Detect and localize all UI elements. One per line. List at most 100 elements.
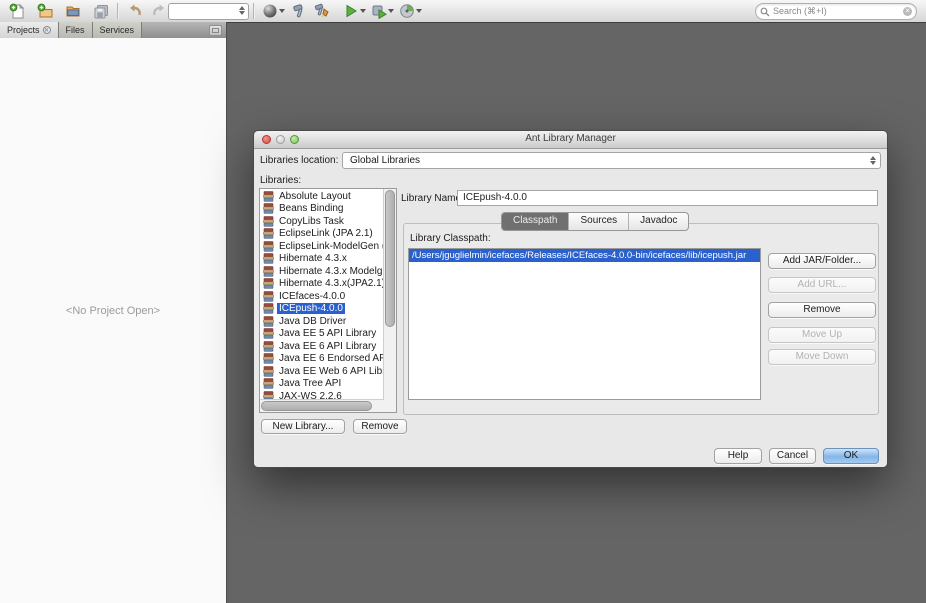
tab-sources[interactable]: Sources — [569, 213, 629, 230]
horizontal-scrollbar[interactable] — [260, 399, 384, 412]
new-project-icon[interactable] — [36, 2, 54, 20]
library-item-label: Beans Binding — [277, 203, 346, 214]
toolbar-separator — [253, 3, 254, 19]
dialog-title: Ant Library Manager — [254, 133, 887, 144]
library-list-item[interactable]: ICEfaces-4.0.0 — [260, 290, 384, 303]
library-books-icon — [263, 303, 274, 314]
tab-label: Projects — [7, 25, 40, 35]
redo-icon[interactable] — [150, 2, 168, 20]
library-classpath-label: Library Classpath: — [410, 233, 491, 244]
deploy-caret-icon[interactable] — [279, 9, 285, 13]
ant-library-manager-dialog: Ant Library Manager Libraries location: … — [253, 130, 888, 468]
configuration-combo[interactable] — [168, 3, 249, 20]
library-books-icon — [263, 266, 274, 277]
save-all-icon[interactable] — [92, 2, 110, 20]
classpath-groupbox: Library Classpath: /Users/jguglielmin/ic… — [403, 223, 879, 415]
run-icon[interactable] — [342, 2, 360, 20]
library-list-item[interactable]: CopyLibs Task — [260, 215, 384, 228]
search-input[interactable]: Search (⌘+I) ✕ — [755, 3, 917, 20]
library-list-item[interactable]: Beans Binding — [260, 203, 384, 216]
library-item-label: CopyLibs Task — [277, 216, 346, 227]
library-list-item[interactable]: Java DB Driver — [260, 315, 384, 328]
library-item-label: Java EE 6 API Library — [277, 341, 378, 352]
remove-button[interactable]: Remove — [768, 302, 876, 318]
classpath-entry[interactable]: /Users/jguglielmin/icefaces/Releases/ICE… — [409, 249, 760, 262]
profile-icon[interactable] — [398, 2, 416, 20]
run-caret-icon[interactable] — [360, 9, 366, 13]
library-books-icon — [263, 203, 274, 214]
library-list-item[interactable]: EclipseLink-ModelGen (J — [260, 240, 384, 253]
library-item-label: Java EE 5 API Library — [277, 328, 378, 339]
build-icon[interactable] — [290, 2, 308, 20]
library-books-icon — [263, 328, 274, 339]
collapse-panel-button[interactable] — [209, 25, 222, 36]
library-item-label: Hibernate 4.3.x — [277, 253, 349, 264]
cancel-button[interactable]: Cancel — [769, 448, 816, 464]
library-list-item[interactable]: Java EE Web 6 API Libra — [260, 365, 384, 378]
dialog-titlebar[interactable]: Ant Library Manager — [254, 131, 887, 149]
ide-screen: Search (⌘+I) ✕ Projects✕FilesServices <N… — [0, 0, 926, 603]
library-list-item[interactable]: Hibernate 4.3.x — [260, 253, 384, 266]
move-up-button: Move Up — [768, 327, 876, 343]
explorer-panel: Projects✕ Files Services <No Project Open> — [0, 22, 227, 603]
combo-stepper-icon — [870, 156, 876, 165]
library-list-item[interactable]: Java EE 6 API Library — [260, 340, 384, 353]
library-list-item[interactable]: Java EE 6 Endorsed API — [260, 353, 384, 366]
libraries-location-select[interactable]: Global Libraries — [342, 152, 881, 169]
library-books-icon — [263, 216, 274, 227]
library-books-icon — [263, 341, 274, 352]
profile-caret-icon[interactable] — [416, 9, 422, 13]
explorer-tab-services[interactable]: Services — [93, 22, 143, 38]
library-books-icon — [263, 378, 274, 389]
classpath-list[interactable]: /Users/jguglielmin/icefaces/Releases/ICE… — [408, 248, 761, 400]
help-button[interactable]: Help — [714, 448, 762, 464]
library-item-label: Java EE 6 Endorsed API — [277, 353, 384, 364]
add-jar-folder-button[interactable]: Add JAR/Folder... — [768, 253, 876, 269]
libraries-location-label: Libraries location: — [260, 155, 338, 166]
library-item-label: Java Tree API — [277, 378, 343, 389]
new-file-icon[interactable] — [8, 2, 26, 20]
combo-stepper-icon — [239, 6, 245, 15]
explorer-tab-files[interactable]: Files — [59, 22, 93, 38]
library-item-label: Hibernate 4.3.x Modelg — [277, 266, 384, 277]
tab-javadoc[interactable]: Javadoc — [629, 213, 688, 230]
clean-build-icon[interactable] — [313, 2, 331, 20]
library-name-input[interactable]: ICEpush-4.0.0 — [457, 190, 878, 206]
open-project-icon[interactable] — [64, 2, 82, 20]
libraries-location-value: Global Libraries — [350, 155, 420, 166]
library-item-label: EclipseLink-ModelGen (J — [277, 241, 384, 252]
debug-icon[interactable] — [370, 2, 388, 20]
debug-caret-icon[interactable] — [388, 9, 394, 13]
library-list-item[interactable]: Hibernate 4.3.x(JPA2.1) — [260, 278, 384, 291]
search-clear-icon[interactable]: ✕ — [903, 7, 912, 16]
tab-label: Services — [100, 25, 135, 35]
new-library-button[interactable]: New Library... — [261, 419, 345, 434]
scrollbar-corner — [384, 400, 396, 412]
library-list-item[interactable]: Java Tree API — [260, 378, 384, 391]
remove-library-button[interactable]: Remove — [353, 419, 407, 434]
library-books-icon — [263, 291, 274, 302]
no-project-message: <No Project Open> — [0, 305, 226, 317]
library-list-item[interactable]: Absolute Layout — [260, 190, 384, 203]
library-list-item[interactable]: Java EE 5 API Library — [260, 328, 384, 341]
tab-classpath[interactable]: Classpath — [502, 213, 569, 230]
library-books-icon — [263, 316, 274, 327]
undo-icon[interactable] — [126, 2, 144, 20]
ok-button[interactable]: OK — [823, 448, 879, 464]
deploy-sphere-icon[interactable] — [261, 2, 279, 20]
library-books-icon — [263, 366, 274, 377]
library-books-icon — [263, 191, 274, 202]
library-list-item[interactable]: Hibernate 4.3.x Modelg — [260, 265, 384, 278]
search-placeholder: Search (⌘+I) — [773, 6, 903, 17]
vertical-scrollbar[interactable] — [383, 189, 396, 400]
close-tab-icon[interactable]: ✕ — [43, 26, 51, 34]
explorer-tab-projects[interactable]: Projects✕ — [0, 22, 59, 38]
library-item-label: ICEfaces-4.0.0 — [277, 291, 347, 302]
libraries-list[interactable]: Absolute LayoutBeans Binding CopyLibs Tas… — [259, 188, 397, 413]
library-books-icon — [263, 241, 274, 252]
library-list-item[interactable]: EclipseLink (JPA 2.1) — [260, 228, 384, 241]
search-icon — [760, 7, 770, 17]
library-item-label: ICEpush-4.0.0 — [277, 303, 345, 314]
library-list-item[interactable]: ICEpush-4.0.0 — [260, 303, 384, 316]
tab-label: Files — [66, 25, 85, 35]
